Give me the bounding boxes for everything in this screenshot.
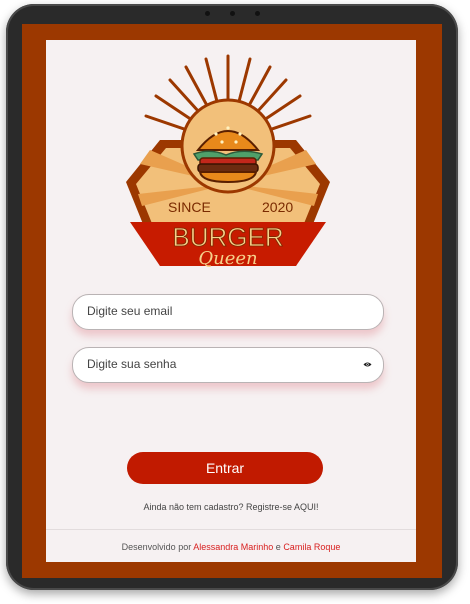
footer: Desenvolvido por Alessandra Marinho e Ca…: [46, 542, 416, 552]
footer-divider: [46, 529, 416, 530]
burger-queen-logo: SINCE 2020 BURGER Queen: [126, 54, 330, 269]
password-input[interactable]: [73, 348, 347, 380]
burger-illustration: [180, 98, 276, 194]
footer-prefix: Desenvolvido por: [121, 542, 192, 552]
register-prompt: Ainda não tem cadastro?: [143, 502, 244, 512]
password-field-wrapper: [72, 347, 384, 383]
email-input[interactable]: [73, 295, 347, 327]
camera-dot: [204, 11, 210, 16]
logo-subbrand: Queen: [198, 248, 257, 269]
camera-dot: [254, 11, 260, 16]
login-button[interactable]: Entrar: [127, 452, 323, 484]
camera-dot: [229, 11, 235, 16]
login-screen: SINCE 2020 BURGER Queen Entrar Ainda não…: [46, 40, 416, 562]
tablet-device: SINCE 2020 BURGER Queen Entrar Ainda não…: [6, 4, 458, 590]
app-frame: SINCE 2020 BURGER Queen Entrar Ainda não…: [22, 24, 442, 578]
eye-icon[interactable]: [363, 361, 372, 368]
author-link-camila[interactable]: Camila Roque: [283, 542, 340, 552]
author-link-alessandra[interactable]: Alessandra Marinho: [193, 542, 273, 552]
logo-year: 2020: [262, 199, 293, 215]
register-text: Ainda não tem cadastro? Registre-se AQUI…: [46, 502, 416, 512]
logo-since: SINCE: [168, 199, 211, 215]
register-link[interactable]: Registre-se AQUI!: [246, 502, 319, 512]
camera-row: [6, 11, 458, 16]
footer-joiner: e: [275, 542, 281, 552]
email-field-wrapper: [72, 294, 384, 330]
